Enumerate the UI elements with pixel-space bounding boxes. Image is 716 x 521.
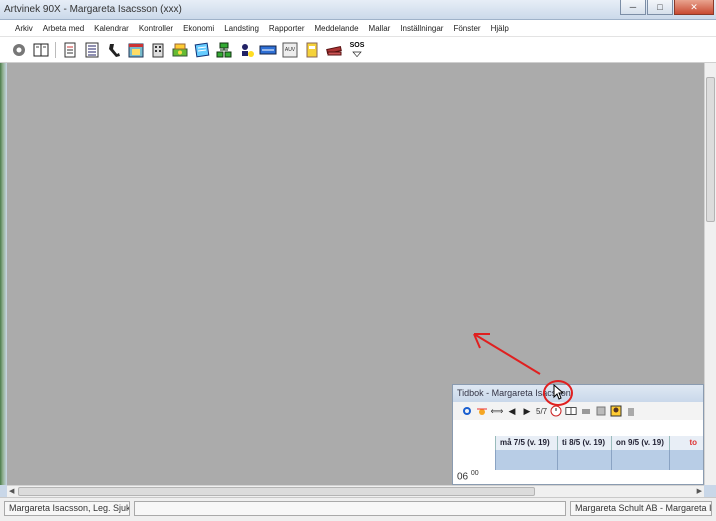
list-icon[interactable] [83,41,101,59]
time-minutes: 00 [470,470,479,477]
toolbar-separator [55,41,56,58]
menu-meddelande[interactable]: Meddelande [309,24,363,33]
calendar-icon[interactable] [127,41,145,59]
menu-kalendrar[interactable]: Kalendrar [89,24,134,33]
folder-icon[interactable] [303,41,321,59]
menu-arbeta-med[interactable]: Arbeta med [38,24,89,33]
network-icon[interactable] [215,41,233,59]
menu-arkiv[interactable]: Arkiv [10,24,38,33]
print-icon[interactable] [580,405,592,417]
notes-icon[interactable] [193,41,211,59]
status-bar: Margareta Isacsson, Leg. Sjukgymnast Mar… [0,497,716,521]
sos-label: SOS [349,41,365,49]
menu-kontroller[interactable]: Kontroller [134,24,178,33]
blue-bar-icon[interactable] [259,41,277,59]
toolbar: AUV SOS [0,37,716,63]
vertical-scrollbar[interactable] [704,63,716,485]
clock-icon[interactable] [550,405,562,417]
calculator-icon[interactable]: AUV [281,41,299,59]
trash-icon[interactable] [625,405,637,417]
horizontal-scrollbar[interactable]: ◀ ▶ [7,485,704,497]
settings-icon[interactable] [10,41,28,59]
minimize-button[interactable]: ─ [620,0,646,15]
tidbok-grid: må 7/5 (v. 19) ti 8/5 (v. 19) on 9/5 (v.… [453,420,703,484]
person-icon[interactable] [237,41,255,59]
window-title: Artvinek 90X - Margareta Isacsson (xxx) [4,4,182,15]
title-bar: Artvinek 90X - Margareta Isacsson (xxx) … [0,0,716,20]
menu-landsting[interactable]: Landsting [219,24,264,33]
phone-icon[interactable] [105,41,123,59]
status-company: Margareta Schult AB - Margareta Isacsson [570,501,712,516]
status-empty [134,501,566,516]
vertical-scroll-thumb[interactable] [706,77,715,222]
day-header[interactable]: ti 8/5 (v. 19) [557,436,611,450]
book-stack-icon[interactable] [325,41,343,59]
status-user: Margareta Isacsson, Leg. Sjukgymnast [4,501,130,516]
document-icon[interactable] [61,41,79,59]
menu-rapporter[interactable]: Rapporter [264,24,310,33]
menu-hjalp[interactable]: Hjälp [486,24,514,33]
scroll-right-arrow-icon[interactable]: ▶ [697,487,702,495]
time-hour: 06 [457,471,469,483]
calculator-label: AUV [284,46,296,53]
building-icon[interactable] [149,41,167,59]
sun-icon[interactable] [476,405,488,417]
menu-installningar[interactable]: Inställningar [395,24,448,33]
day-column[interactable] [495,450,557,470]
tidbok-window[interactable]: Tidbok - Margareta Isacsson ⟺ ◀ ▶ 5/7 må… [452,384,704,485]
disk-icon[interactable] [595,405,607,417]
left-edge-strip [0,63,7,485]
day-header[interactable]: to [669,436,703,450]
book-icon[interactable] [32,41,50,59]
window-controls: ─ □ ✕ [620,0,714,16]
split-icon[interactable]: ⟺ [491,405,504,417]
mouse-cursor-icon [553,384,565,400]
previous-icon[interactable]: ◀ [506,405,518,417]
sos-icon[interactable]: SOS [347,41,367,59]
day-column[interactable] [669,450,703,470]
annotation-arrow-icon [473,333,541,375]
tidbok-toolbar: ⟺ ◀ ▶ 5/7 [453,402,703,420]
refresh-icon[interactable] [461,405,473,417]
menu-ekonomi[interactable]: Ekonomi [178,24,219,33]
horizontal-scroll-thumb[interactable] [18,487,535,496]
day-column[interactable] [611,450,669,470]
close-button[interactable]: ✕ [674,0,714,15]
page-indicator: 5/7 [536,406,548,416]
menu-fonster[interactable]: Fönster [448,24,485,33]
menu-mallar[interactable]: Mallar [364,24,396,33]
view-icon[interactable] [565,405,577,417]
user-photo-icon[interactable] [610,405,622,417]
maximize-button[interactable]: □ [647,0,673,15]
day-column[interactable] [557,450,611,470]
tidbok-title-bar[interactable]: Tidbok - Margareta Isacsson [453,385,703,402]
next-icon[interactable]: ▶ [521,405,533,417]
menu-bar: Arkiv Arbeta med Kalendrar Kontroller Ek… [0,20,716,37]
scroll-left-arrow-icon[interactable]: ◀ [9,487,14,495]
cash-icon[interactable] [171,41,189,59]
day-header[interactable]: on 9/5 (v. 19) [611,436,669,450]
time-label: 06 00 [457,470,479,482]
